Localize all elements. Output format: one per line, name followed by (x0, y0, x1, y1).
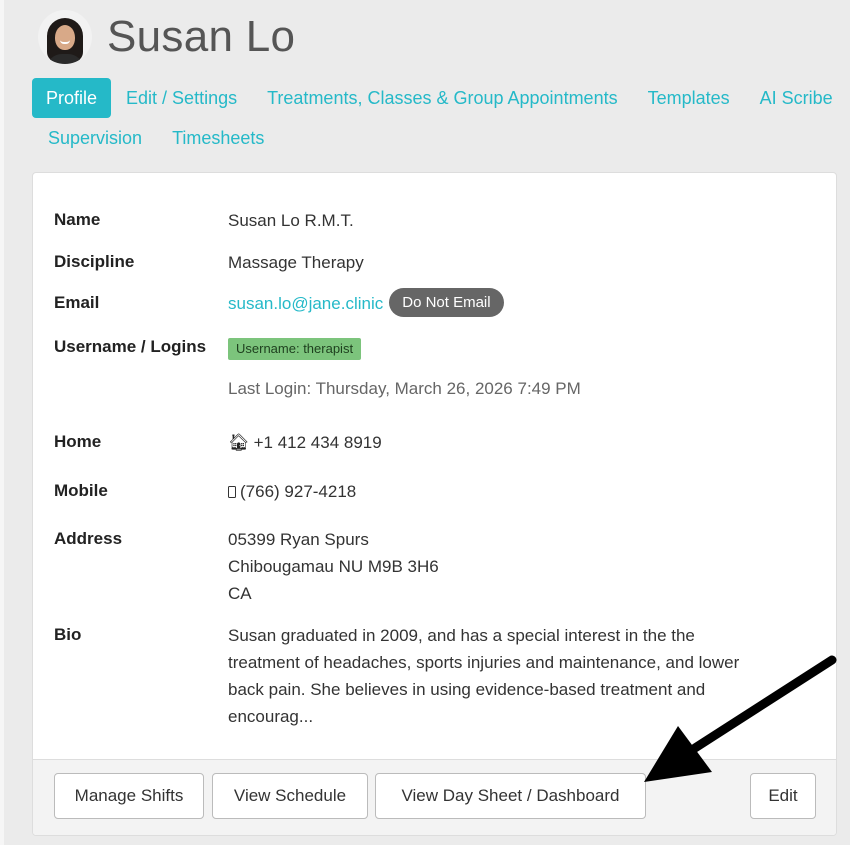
address-line-1: 05399 Ryan Spurs (228, 530, 369, 549)
discipline-row: Discipline Massage Therapy (54, 252, 824, 276)
page-title: Susan Lo (107, 12, 296, 61)
bio-line-1: Susan graduated in 2009, and has a speci… (228, 626, 695, 645)
do-not-email-badge: Do Not Email (389, 288, 504, 318)
tab-ai-scribe[interactable]: AI Scribe (745, 78, 848, 118)
tab-profile[interactable]: Profile (32, 78, 112, 118)
page-header: Susan Lo (38, 10, 295, 64)
bio-line-2: treatment of headaches, sports injuries … (228, 653, 740, 672)
email-value-group: susan.lo@jane.clinic Do Not Email (228, 288, 504, 319)
view-day-sheet-button[interactable]: View Day Sheet / Dashboard (375, 773, 646, 819)
username-tag-line: Username: therapist (228, 337, 581, 360)
tab-row-1: Profile Edit / Settings Treatments, Clas… (32, 78, 850, 118)
bio-value: Susan graduated in 2009, and has a speci… (228, 622, 739, 730)
home-icon: 🏠︎ (228, 433, 250, 452)
manage-shifts-button[interactable]: Manage Shifts (54, 773, 204, 819)
address-row: Address 05399 Ryan Spurs Chibougamau NU … (54, 529, 824, 607)
bio-label: Bio (54, 625, 82, 644)
tab-supervision[interactable]: Supervision (33, 118, 157, 158)
home-value-group: 🏠︎ +1 412 434 8919 (228, 429, 382, 456)
tab-timesheets[interactable]: Timesheets (157, 118, 279, 158)
bio-row: Bio Susan graduated in 2009, and has a s… (54, 625, 824, 730)
address-line-3: CA (228, 584, 252, 603)
view-schedule-button[interactable]: View Schedule (212, 773, 368, 819)
name-row: Name Susan Lo R.M.T. (54, 210, 824, 234)
name-value: Susan Lo R.M.T. (228, 211, 354, 230)
mobile-phone-icon (228, 486, 236, 498)
home-phone: +1 412 434 8919 (253, 433, 382, 452)
username-tag: Username: therapist (228, 338, 362, 360)
email-row: Email susan.lo@jane.clinic Do Not Email (54, 288, 824, 319)
tab-row-2: Supervision Timesheets (33, 118, 850, 158)
email-label: Email (54, 293, 100, 312)
address-label: Address (54, 529, 123, 548)
username-value-group: Username: therapist Last Login: Thursday… (228, 337, 581, 402)
mobile-label: Mobile (54, 481, 108, 500)
profile-tabs: Profile Edit / Settings Treatments, Clas… (32, 78, 850, 158)
tab-edit-settings[interactable]: Edit / Settings (111, 78, 252, 118)
tab-treatments[interactable]: Treatments, Classes & Group Appointments (252, 78, 633, 118)
mobile-value-group: (766) 927-4218 (228, 478, 356, 505)
profile-card: Name Susan Lo R.M.T. Discipline Massage … (32, 172, 837, 836)
edit-button[interactable]: Edit (750, 773, 816, 819)
bio-line-3: back pain. She believes in using evidenc… (228, 680, 706, 699)
avatar-face (55, 25, 75, 50)
address-value: 05399 Ryan Spurs Chibougamau NU M9B 3H6 … (228, 526, 439, 607)
email-link[interactable]: susan.lo@jane.clinic (228, 294, 383, 313)
discipline-value: Massage Therapy (228, 253, 364, 272)
username-label: Username / Logins (54, 337, 207, 356)
mobile-phone: (766) 927-4218 (240, 482, 357, 501)
discipline-label: Discipline (54, 252, 135, 271)
address-line-2: Chibougamau NU M9B 3H6 (228, 557, 439, 576)
home-label: Home (54, 432, 102, 451)
tab-templates[interactable]: Templates (633, 78, 745, 118)
avatar (38, 10, 92, 64)
card-footer: Manage Shifts View Schedule View Day She… (33, 759, 836, 835)
mobile-row: Mobile (766) 927-4218 (54, 481, 824, 505)
bio-line-4: encourag... (228, 707, 314, 726)
username-row: Username / Logins Username: therapist La… (54, 337, 824, 402)
name-label: Name (54, 210, 101, 229)
home-row: Home 🏠︎ +1 412 434 8919 (54, 432, 824, 456)
last-login: Last Login: Thursday, March 26, 2026 7:4… (228, 379, 581, 398)
